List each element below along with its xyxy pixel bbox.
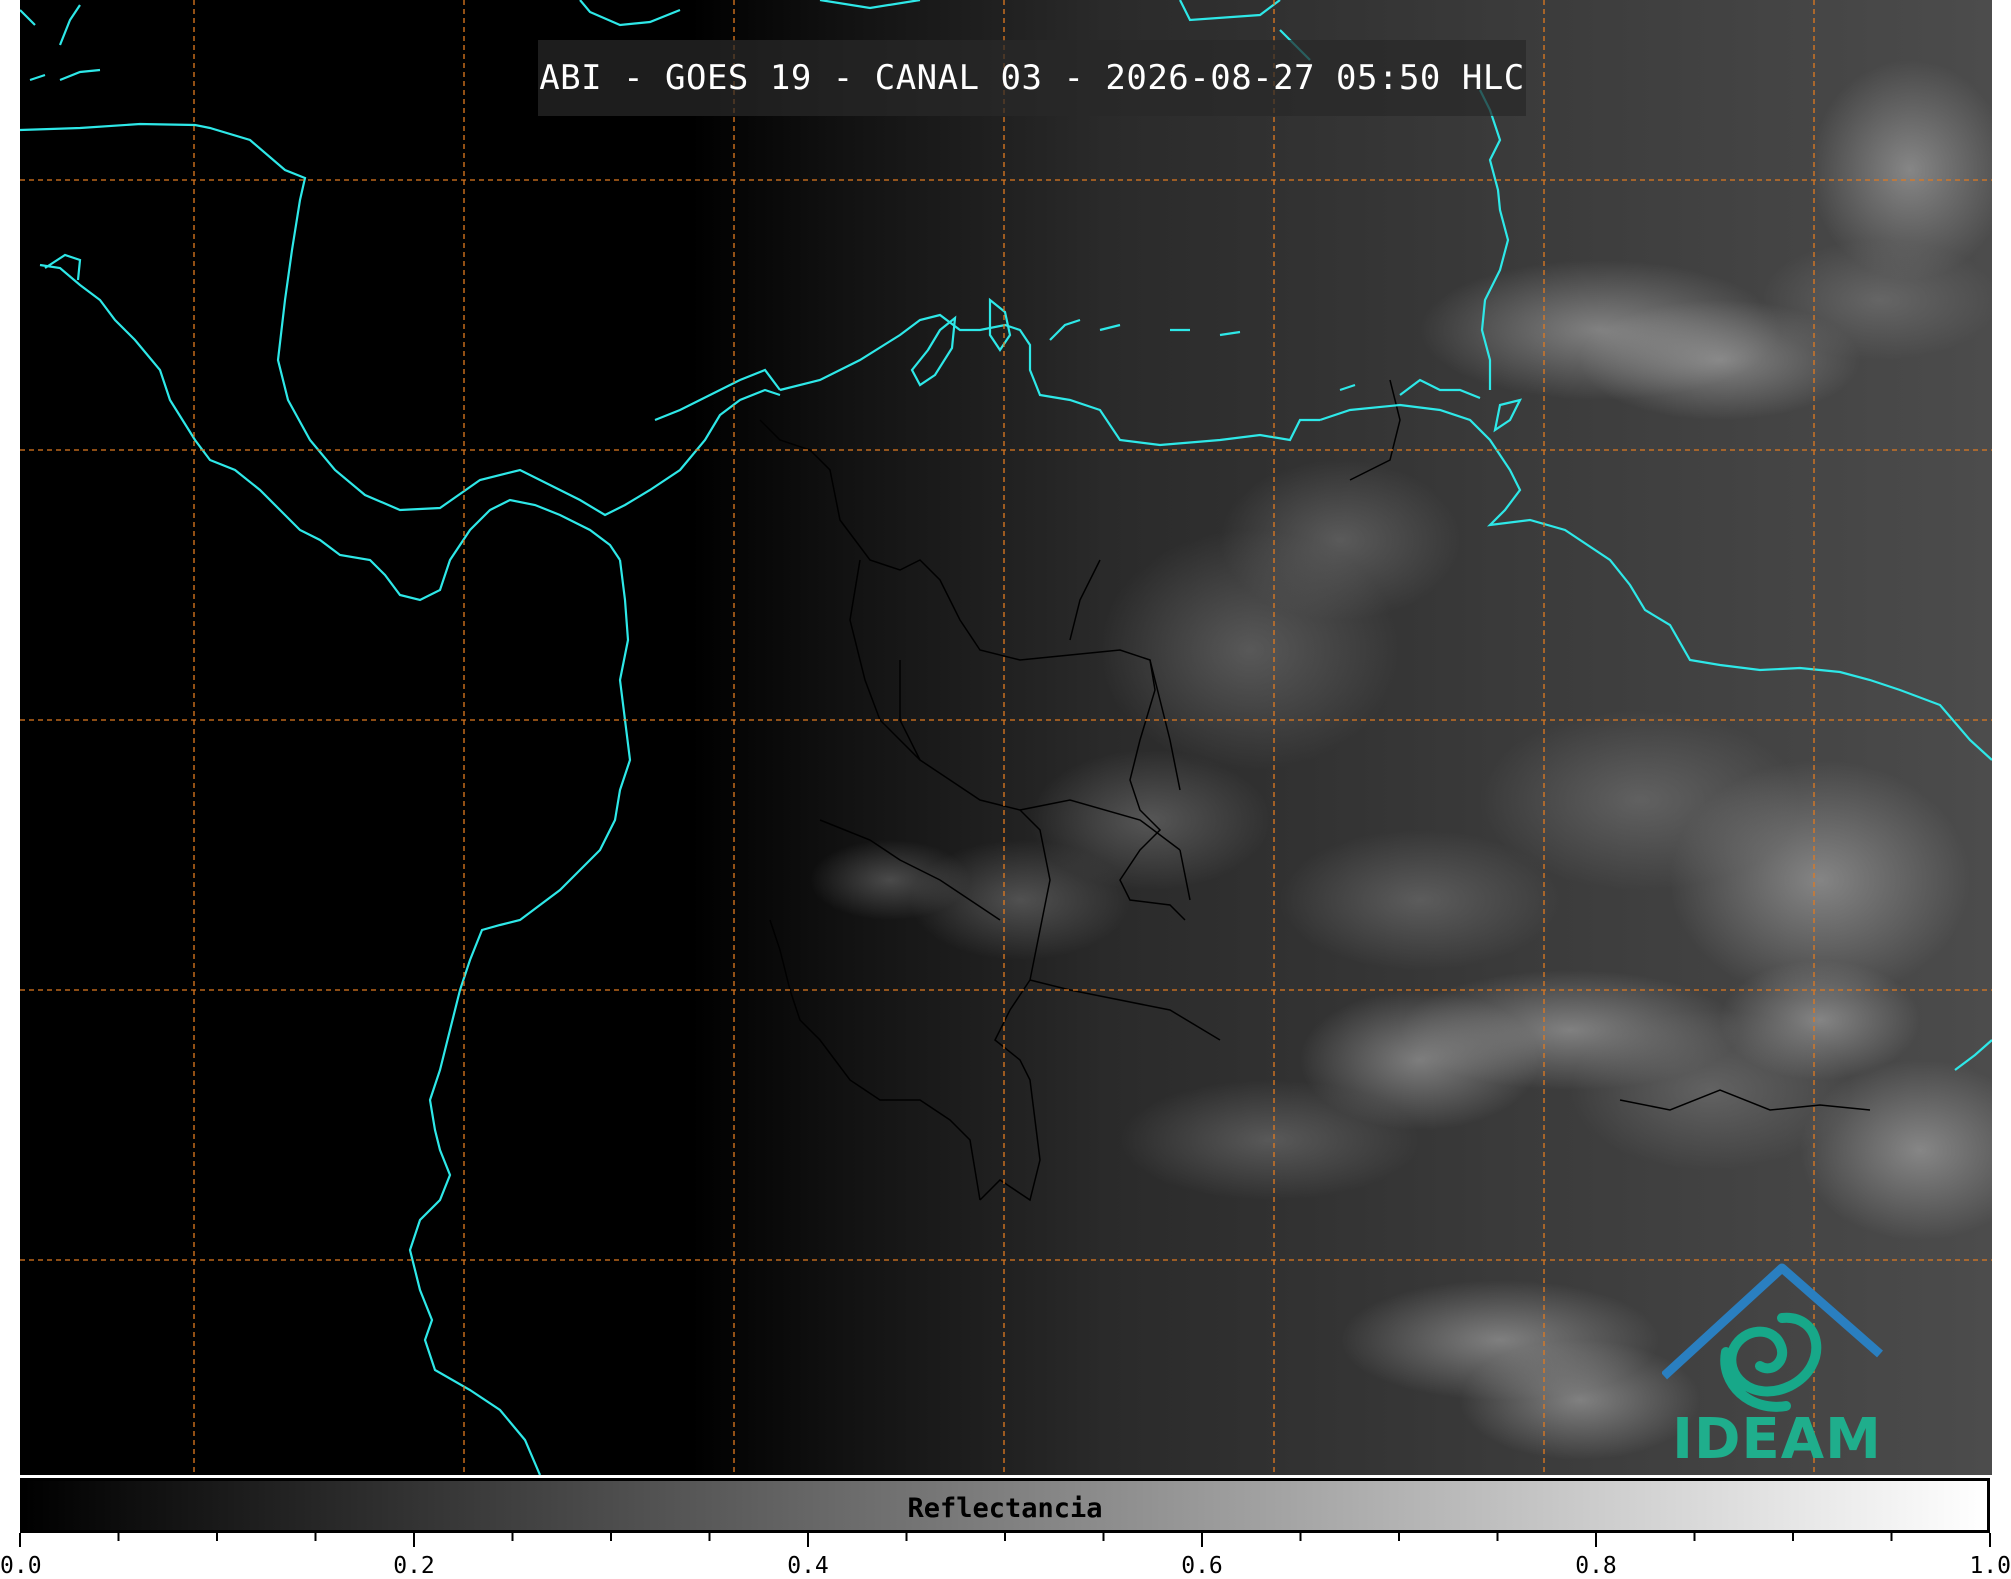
- map-canvas: [20, 0, 1992, 1475]
- title-text: ABI - GOES 19 - CANAL 03 - 2026-08-27 05…: [539, 58, 1525, 98]
- cloud-patch: [1760, 240, 1992, 360]
- cloud-patch: [810, 840, 970, 920]
- satellite-image: [20, 0, 1992, 1475]
- image-title: ABI - GOES 19 - CANAL 03 - 2026-08-27 05…: [538, 40, 1526, 116]
- colorbar: Reflectancia: [20, 1478, 1990, 1533]
- logo-text: IDEAM: [1672, 1407, 1882, 1472]
- tick-label: 0.8: [1575, 1553, 1617, 1579]
- mountain-icon: [1660, 1263, 1883, 1380]
- ideam-logo-mark: [1660, 1263, 1883, 1412]
- cloud-patch: [1720, 960, 1920, 1080]
- tick-label: 1.0: [1969, 1553, 2011, 1579]
- cloud-patch: [1120, 1080, 1420, 1200]
- ideam-logo: IDEAM: [1660, 1256, 1892, 1472]
- swirl-icon: [1720, 1312, 1822, 1412]
- tick-label: 0.6: [1181, 1553, 1223, 1579]
- colorbar-label: Reflectancia: [907, 1493, 1103, 1524]
- tick-label: 0.0: [0, 1553, 42, 1579]
- cloud-patch: [1220, 460, 1460, 620]
- tick-label: 0.2: [393, 1553, 435, 1579]
- tick-label: 0.4: [787, 1553, 829, 1579]
